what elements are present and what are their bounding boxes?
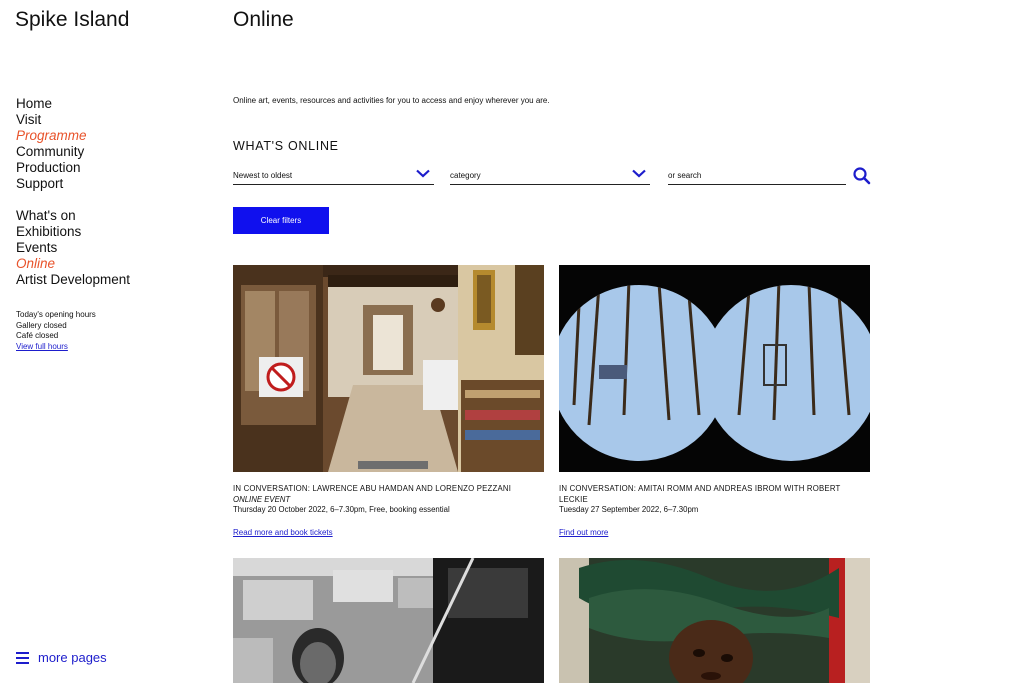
- nav-item-support[interactable]: Support: [16, 176, 87, 192]
- category-dropdown[interactable]: category: [450, 166, 650, 185]
- search-input[interactable]: or search: [668, 166, 846, 185]
- nav-item-programme[interactable]: Programme: [16, 128, 87, 144]
- site-title[interactable]: Spike Island: [15, 8, 129, 32]
- nav-item-whats-on[interactable]: What's on: [16, 208, 130, 224]
- event-title: IN CONVERSATION: LAWRENCE ABU HAMDAN AND…: [233, 484, 512, 493]
- event-date: Tuesday 27 September 2022, 6–7.30pm: [559, 505, 699, 514]
- clear-filters-button[interactable]: Clear filters: [233, 207, 329, 234]
- event-image[interactable]: [559, 558, 870, 683]
- event-image[interactable]: [559, 265, 870, 472]
- sort-dropdown-value: Newest to oldest: [233, 171, 293, 180]
- primary-nav: Home Visit Programme Community Productio…: [16, 96, 87, 192]
- event-subtitle: ONLINE EVENT: [233, 494, 291, 504]
- nav-item-exhibitions[interactable]: Exhibitions: [16, 224, 130, 240]
- chevron-down-icon: [632, 169, 646, 178]
- page-title: Online: [233, 8, 294, 31]
- category-dropdown-value: category: [450, 171, 481, 180]
- hours-heading: Today's opening hours: [16, 310, 96, 319]
- secondary-nav: What's on Exhibitions Events Online Arti…: [16, 208, 130, 288]
- nav-item-community[interactable]: Community: [16, 144, 87, 160]
- find-out-more-link[interactable]: Find out more: [559, 528, 608, 537]
- hamburger-menu-icon: [16, 651, 29, 664]
- nav-item-online[interactable]: Online: [16, 256, 130, 272]
- nav-item-visit[interactable]: Visit: [16, 112, 87, 128]
- intro-text: Online art, events, resources and activi…: [233, 96, 550, 105]
- nav-item-artist-development[interactable]: Artist Development: [16, 272, 130, 288]
- more-pages-label: more pages: [38, 650, 107, 665]
- event-card: IN CONVERSATION: LAWRENCE ABU HAMDAN AND…: [233, 265, 544, 540]
- cafe-status: Café closed: [16, 331, 59, 340]
- opening-hours: Today's opening hours Gallery closed Caf…: [16, 310, 96, 352]
- event-image[interactable]: [233, 265, 544, 472]
- event-date: Thursday 20 October 2022, 6–7.30pm, Free…: [233, 505, 450, 514]
- search-placeholder: or search: [668, 171, 702, 180]
- chevron-down-icon: [416, 169, 430, 178]
- view-full-hours-link[interactable]: View full hours: [16, 342, 68, 351]
- read-more-book-tickets-link[interactable]: Read more and book tickets: [233, 528, 333, 537]
- search-icon[interactable]: [852, 166, 872, 186]
- section-heading: WHAT'S ONLINE: [233, 139, 339, 153]
- more-pages-button[interactable]: more pages: [16, 650, 107, 665]
- event-card: [559, 558, 870, 683]
- event-card: IN CONVERSATION: AMITAI ROMM AND ANDREAS…: [559, 265, 870, 540]
- nav-item-events[interactable]: Events: [16, 240, 130, 256]
- event-title: IN CONVERSATION: AMITAI ROMM AND ANDREAS…: [559, 484, 841, 504]
- sort-dropdown[interactable]: Newest to oldest: [233, 166, 434, 185]
- gallery-status: Gallery closed: [16, 320, 67, 330]
- nav-item-home[interactable]: Home: [16, 96, 87, 112]
- event-card: [233, 558, 544, 683]
- event-image[interactable]: [233, 558, 544, 683]
- nav-item-production[interactable]: Production: [16, 160, 87, 176]
